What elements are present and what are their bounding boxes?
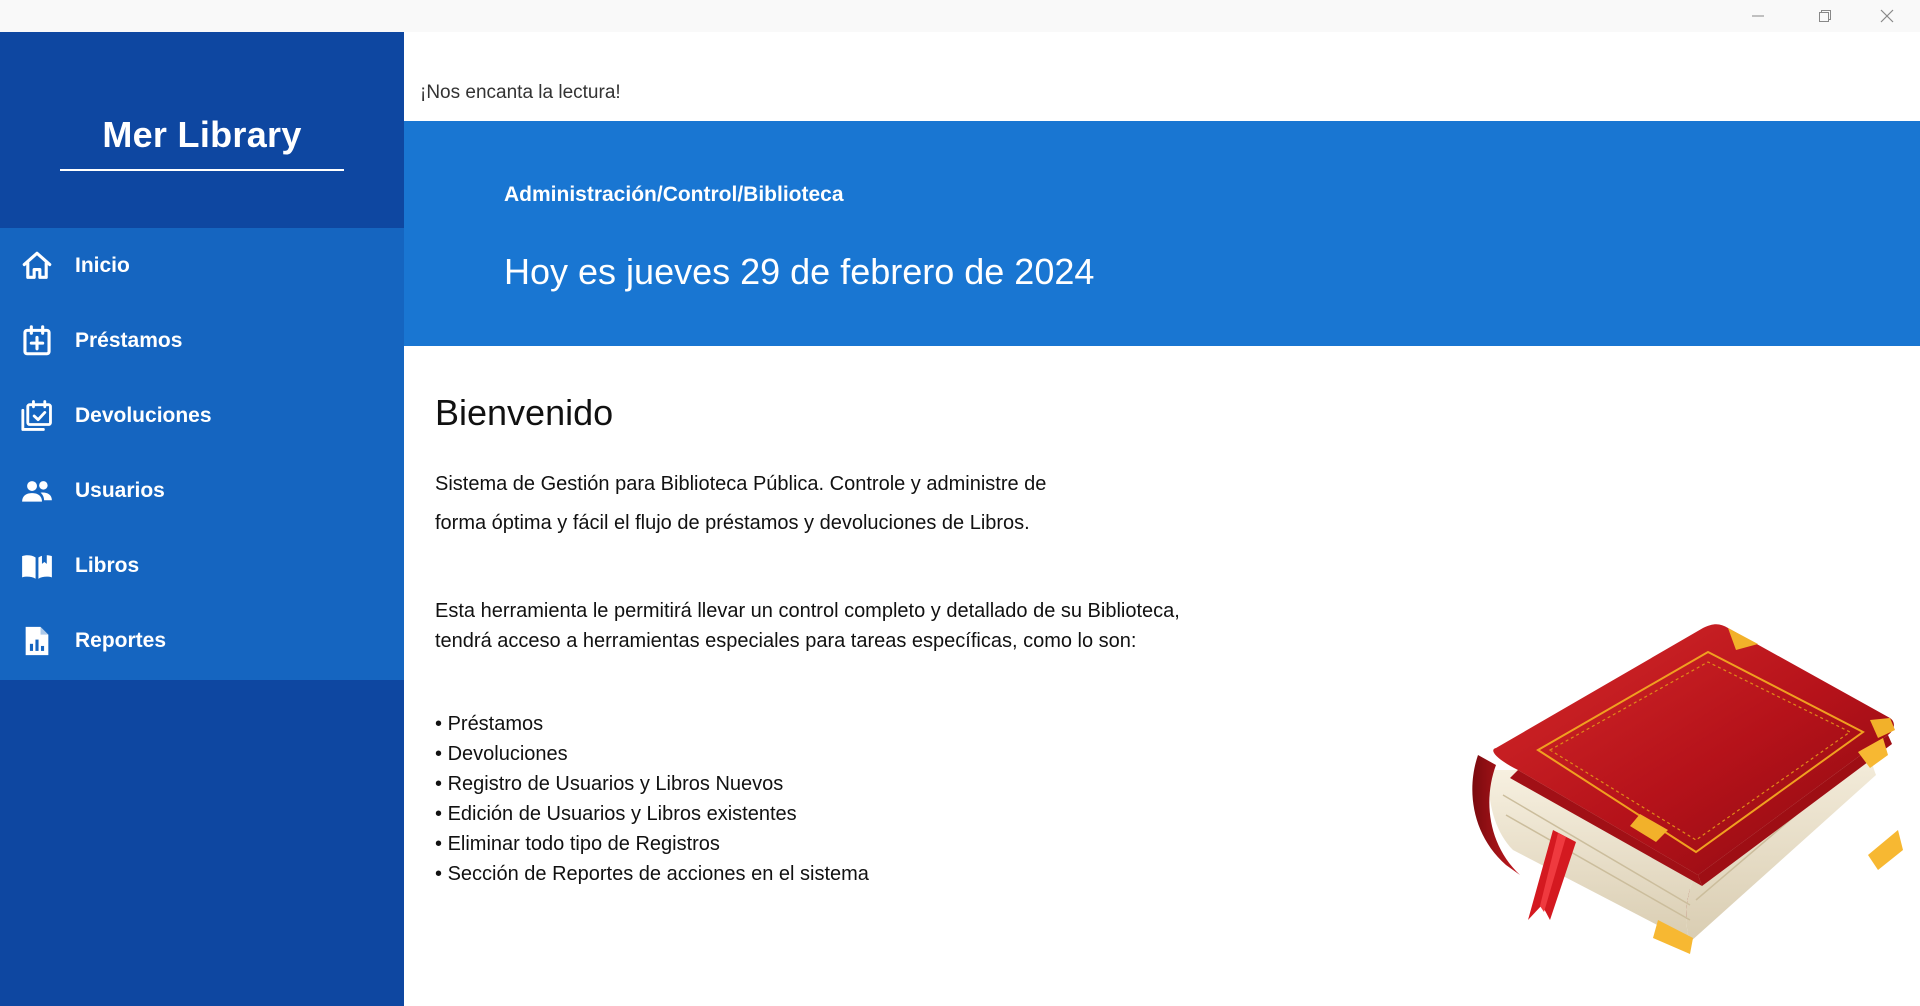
close-button[interactable] — [1854, 0, 1920, 32]
sidebar-item-label: Devoluciones — [75, 403, 212, 427]
header-banner: Administración/Control/Biblioteca Hoy es… — [404, 121, 1920, 346]
list-item: Devoluciones — [435, 739, 869, 769]
minimize-icon — [1752, 15, 1764, 17]
restore-button[interactable] — [1792, 0, 1858, 32]
open-book-icon — [20, 549, 54, 583]
sidebar-item-libros[interactable]: Libros — [0, 528, 404, 603]
list-item: Registro de Usuarios y Libros Nuevos — [435, 769, 869, 799]
intro-line: Sistema de Gestión para Biblioteca Públi… — [435, 473, 1047, 495]
sidebar-item-label: Préstamos — [75, 328, 183, 352]
sidebar-item-inicio[interactable]: Inicio — [0, 228, 404, 303]
window-title-bar — [0, 0, 1920, 32]
sidebar-item-label: Inicio — [75, 253, 130, 277]
feature-list: Préstamos Devoluciones Registro de Usuar… — [435, 709, 869, 889]
sidebar-item-usuarios[interactable]: Usuarios — [0, 453, 404, 528]
list-item: Eliminar todo tipo de Registros — [435, 829, 869, 859]
current-date: Hoy es jueves 29 de febrero de 2024 — [504, 251, 1095, 292]
users-icon — [20, 474, 54, 508]
description-line: tendrá acceso a herramientas especiales … — [435, 630, 1137, 652]
sidebar-item-devoluciones[interactable]: Devoluciones — [0, 378, 404, 453]
list-item: Préstamos — [435, 709, 869, 739]
app-title: Mer Library — [102, 114, 302, 155]
sidebar-item-label: Reportes — [75, 628, 167, 652]
restore-icon — [1819, 10, 1831, 22]
sidebar: Mer Library Inicio Préstamos Devolucione… — [0, 32, 404, 1006]
tagline: ¡Nos encanta la lectura! — [420, 82, 621, 103]
intro-text: Sistema de Gestión para Biblioteca Públi… — [435, 465, 1115, 543]
list-item: Edición de Usuarios y Libros existentes — [435, 799, 869, 829]
list-item: Sección de Reportes de acciones en el si… — [435, 859, 869, 889]
intro-line: forma óptima y fácil el flujo de préstam… — [435, 512, 1030, 534]
calendar-add-icon — [20, 324, 54, 358]
brand-header: Mer Library — [0, 32, 404, 228]
sidebar-item-label: Usuarios — [75, 478, 165, 502]
sidebar-item-label: Libros — [75, 553, 140, 577]
sidebar-item-prestamos[interactable]: Préstamos — [0, 303, 404, 378]
page-title: Bienvenido — [435, 392, 614, 433]
brand-underline — [60, 169, 344, 171]
red-book-illustration — [1458, 620, 1908, 965]
minimize-button[interactable] — [1725, 0, 1791, 32]
description-text: Esta herramienta le permitirá llevar un … — [435, 596, 1265, 656]
calendar-check-icon — [20, 399, 54, 433]
sidebar-item-reportes[interactable]: Reportes — [0, 603, 404, 678]
description-line: Esta herramienta le permitirá llevar un … — [435, 600, 1180, 622]
sidebar-nav: Inicio Préstamos Devoluciones Usuarios L… — [0, 228, 404, 680]
breadcrumb: Administración/Control/Biblioteca — [504, 183, 844, 206]
report-icon — [20, 624, 54, 658]
home-icon — [20, 249, 54, 283]
close-icon — [1880, 9, 1894, 23]
